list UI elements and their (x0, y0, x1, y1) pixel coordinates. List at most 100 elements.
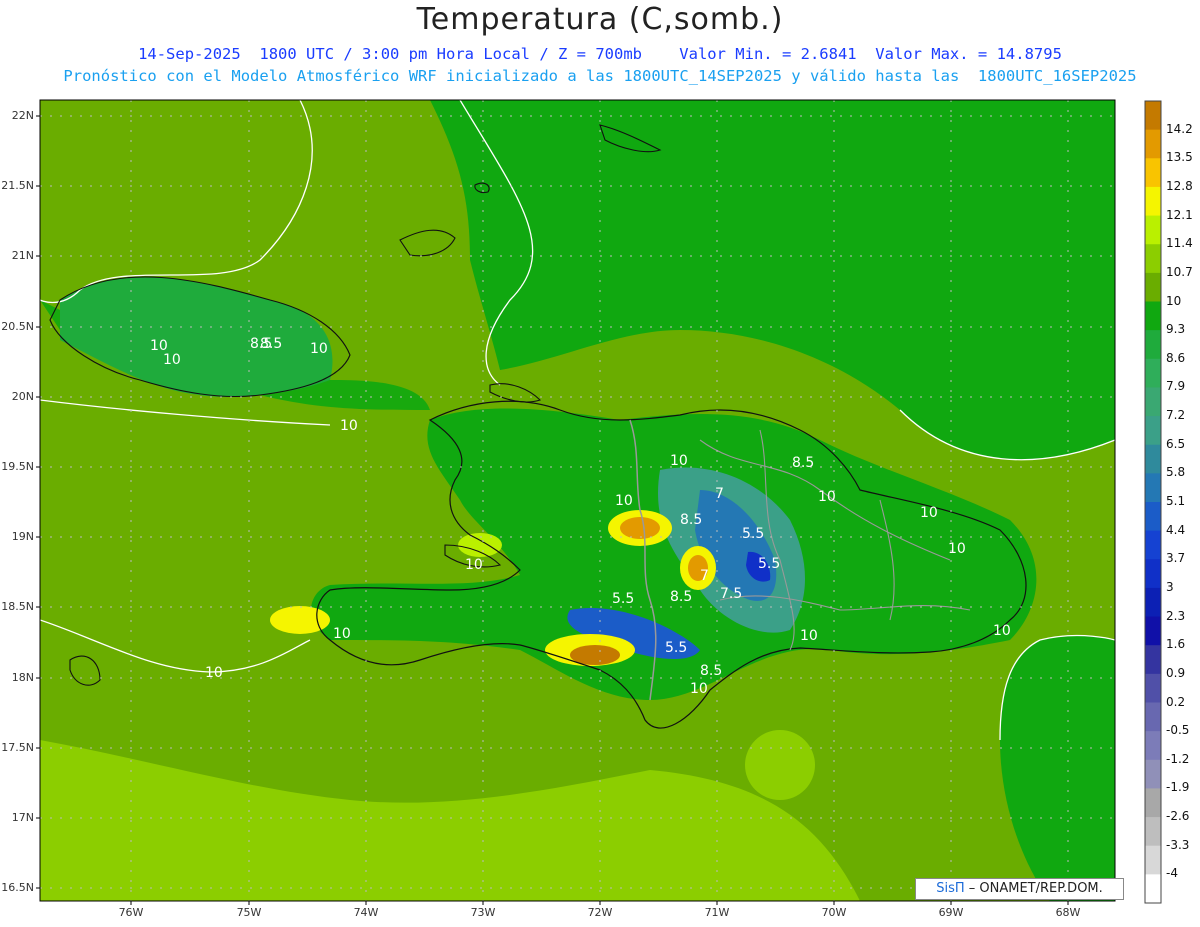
contour-label: 8.5 (680, 512, 702, 528)
colorbar-label: 2.3 (1166, 608, 1186, 623)
contour-label: 5.5 (612, 591, 634, 607)
credit-box: SisΠ – ONAMET/REP.DOM. (915, 878, 1124, 900)
colorbar-swatch (1145, 702, 1161, 732)
contour-label: 10 (920, 505, 938, 521)
lat-label: 20.5N (1, 320, 34, 333)
contour-label: 8.5 (260, 336, 282, 352)
colorbar-swatch (1145, 101, 1161, 131)
contour-label: 5.5 (742, 526, 764, 542)
colorbar-label: 8.6 (1166, 350, 1186, 365)
lat-label: 19.5N (1, 460, 34, 473)
contour-label: 10 (163, 352, 181, 368)
contour-label: 8.5 (670, 589, 692, 605)
contour-label: 10 (690, 681, 708, 697)
colorbar-swatch (1145, 272, 1161, 302)
contour-label: 10 (205, 665, 223, 681)
colorbar-swatch (1145, 473, 1161, 503)
lon-label: 72W (587, 906, 613, 919)
colorbar-label: 4.4 (1166, 522, 1186, 537)
colorbar-label: 12.8 (1166, 178, 1193, 193)
colorbar-label: 11.4 (1166, 236, 1193, 251)
colorbar-label: 6.5 (1166, 436, 1186, 451)
colorbar-swatch (1145, 587, 1161, 618)
lon-label: 71W (704, 906, 730, 919)
lon-label: 73W (470, 906, 496, 919)
colorbar-label: 7.2 (1166, 408, 1186, 423)
contour-label: 10 (993, 623, 1011, 639)
colorbar-label: 5.8 (1166, 465, 1186, 480)
lon-label: 75W (236, 906, 262, 919)
colorbar-swatch (1145, 158, 1161, 188)
colorbar-swatch (1145, 444, 1161, 474)
colorbar-swatch (1145, 301, 1161, 331)
colorbar-label: 3 (1166, 579, 1174, 594)
contour-label: 10 (310, 341, 328, 357)
colorbar-label: -1.9 (1166, 780, 1190, 795)
lon-label: 74W (353, 906, 379, 919)
field-south-warm-blob (745, 730, 815, 800)
contour-label: 7 (715, 486, 724, 502)
colorbar-label: 0.2 (1166, 694, 1186, 709)
colorbar-label: -3.3 (1166, 837, 1190, 852)
lat-label: 18N (11, 671, 34, 684)
contour-label: 10 (333, 626, 351, 642)
colorbar-label: 12.1 (1166, 207, 1193, 222)
lat-label: 21N (11, 249, 34, 262)
lat-label: 19N (11, 530, 34, 543)
contour-label: 10 (615, 493, 633, 509)
colorbar-swatch (1145, 559, 1161, 589)
colorbar-swatch (1145, 358, 1161, 388)
lat-label: 20N (11, 390, 34, 403)
contour-label: 7 (700, 568, 709, 584)
colorbar-swatch (1145, 330, 1161, 360)
colorbar-label: 10.7 (1166, 264, 1193, 279)
lat-label: 21.5N (1, 179, 34, 192)
colorbar-label: 5.1 (1166, 494, 1186, 508)
field-hot-1 (620, 517, 660, 539)
temperature-map: 10 10 8.5 10 10 10 8.5 10 10 10 7 5.5 5.5 8.5 10 8.5 7 8.… (36, 99, 1162, 905)
colorbar-swatch (1145, 731, 1161, 761)
lat-label: 18.5N (1, 600, 34, 613)
contour-label: 10 (340, 418, 358, 434)
colorbar-swatch (1145, 645, 1161, 675)
colorbar-swatch (1145, 129, 1161, 159)
colorbar-label: -2.6 (1166, 809, 1190, 824)
colorbar-swatch (1145, 673, 1161, 703)
contour-label: 5.5 (758, 556, 780, 572)
colorbar-label: 14.2 (1166, 121, 1193, 136)
contour-label: 5.5 (665, 640, 687, 656)
lat-label: 17N (11, 811, 34, 824)
colorbar-label: 10 (1166, 293, 1182, 308)
colorbar-swatch (1145, 759, 1161, 789)
contour-label: 8.5 (700, 663, 722, 679)
contour-label: 10 (818, 489, 836, 505)
colorbar-label: -1.2 (1166, 751, 1190, 766)
lon-label: 76W (118, 906, 144, 919)
map-plot-area: 10 10 8.5 10 10 10 8.5 10 10 10 7 5.5 5.5 8.5 10 8.5 7 8.… (40, 100, 1115, 901)
contour-label: 10 (670, 453, 688, 469)
sispi-logo-text: SisΠ (936, 881, 965, 896)
contour-label: 10 (465, 557, 483, 573)
colorbar-swatch (1145, 244, 1161, 274)
lat-label: 17.5N (1, 741, 34, 754)
lon-label: 69W (938, 906, 964, 919)
colorbar-swatch (1145, 530, 1161, 560)
colorbar-label: -4 (1166, 866, 1178, 881)
colorbar-swatch (1145, 845, 1161, 875)
colorbar-label: 3.7 (1166, 551, 1186, 566)
colorbar-label: 0.9 (1166, 665, 1186, 680)
colorbar-swatch (1145, 186, 1161, 217)
colorbar-swatch (1145, 416, 1161, 446)
lon-label: 70W (821, 906, 847, 919)
colorbar-label: 13.5 (1166, 150, 1193, 165)
colorbar-label: -0.5 (1166, 723, 1190, 738)
onamet-text: – ONAMET/REP.DOM. (964, 881, 1103, 896)
colorbar-label: 1.6 (1166, 637, 1186, 652)
colorbar-swatch (1145, 874, 1161, 904)
colorbar-swatch (1145, 502, 1161, 532)
colorbar-label: 9.3 (1166, 322, 1186, 337)
colorbar-swatch (1145, 387, 1161, 417)
colorbar-swatch (1145, 616, 1161, 646)
colorbar-label: 7.9 (1166, 379, 1186, 394)
contour-label: 10 (948, 541, 966, 557)
